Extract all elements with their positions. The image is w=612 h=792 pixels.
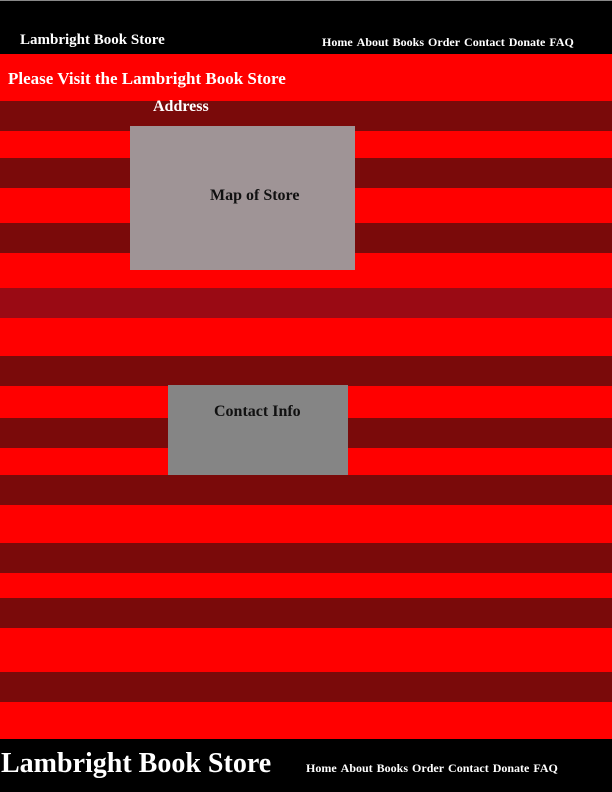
footer-link-books[interactable]: Books (377, 761, 408, 776)
stripe (0, 598, 612, 628)
stripe (0, 505, 612, 543)
footer-link-about[interactable]: About (341, 761, 373, 776)
stripe (0, 356, 612, 386)
stripe (0, 628, 612, 672)
footer-link-home[interactable]: Home (306, 761, 337, 776)
stripe (0, 318, 612, 356)
footer-nav: Home About Books Order Contact Donate FA… (306, 761, 558, 776)
contact-info-box: Contact Info (168, 385, 348, 475)
stripe (0, 543, 612, 573)
site-footer: Lambright Book Store Home About Books Or… (0, 739, 612, 792)
header-nav: Home About Books Order Contact Donate FA… (322, 35, 574, 50)
nav-link-donate[interactable]: Donate (509, 35, 546, 50)
site-header: Lambright Book Store Home About Books Or… (0, 0, 612, 54)
site-title[interactable]: Lambright Book Store (20, 32, 165, 49)
stripe (0, 573, 612, 598)
contact-info-label: Contact Info (214, 403, 301, 420)
nav-link-about[interactable]: About (357, 35, 389, 50)
store-map[interactable]: Map of Store (130, 126, 355, 270)
footer-link-contact[interactable]: Contact (448, 761, 489, 776)
nav-link-order[interactable]: Order (428, 35, 460, 50)
nav-link-faq[interactable]: FAQ (549, 35, 573, 50)
footer-title: Lambright Book Store (1, 748, 272, 779)
nav-link-home[interactable]: Home (322, 35, 353, 50)
footer-link-order[interactable]: Order (412, 761, 444, 776)
footer-link-faq[interactable]: FAQ (533, 761, 557, 776)
stripe (0, 475, 612, 505)
footer-link-donate[interactable]: Donate (493, 761, 530, 776)
page-heading: Please Visit the Lambright Book Store (8, 69, 286, 88)
address-label: Address (153, 98, 209, 115)
nav-link-books[interactable]: Books (393, 35, 424, 50)
stripe (0, 702, 612, 739)
stripe (0, 672, 612, 702)
stripe (0, 288, 612, 318)
map-label: Map of Store (210, 187, 300, 204)
nav-link-contact[interactable]: Contact (464, 35, 505, 50)
